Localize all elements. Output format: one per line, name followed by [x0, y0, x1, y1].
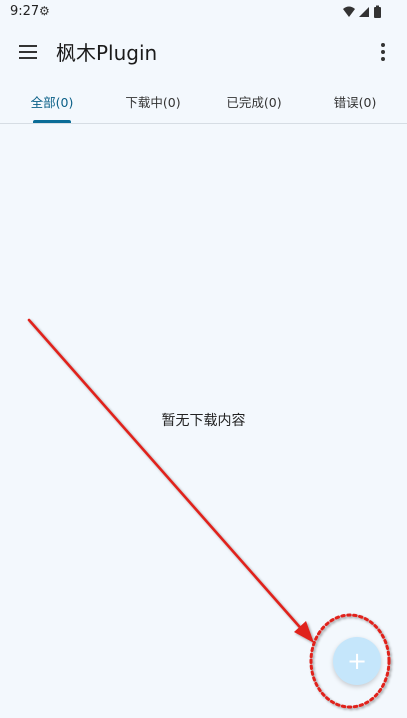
tab-downloading[interactable]: 下载中(0) — [102, 80, 204, 122]
status-time: 9:27 — [10, 4, 40, 19]
annotation-arrow-head — [294, 621, 314, 643]
plus-icon: + — [346, 647, 368, 675]
status-icons — [343, 5, 381, 18]
tab-indicator — [33, 120, 71, 123]
annotation-arrow-line — [27, 318, 307, 635]
settings-gear-icon: ⚙ — [39, 4, 50, 18]
tab-error[interactable]: 错误(0) — [304, 80, 406, 122]
tab-all[interactable]: 全部(0) — [0, 80, 104, 122]
add-download-button[interactable]: + — [333, 637, 381, 685]
status-bar: 9:27 ⚙ — [0, 0, 407, 24]
tab-bar: 全部(0) 下载中(0) 已完成(0) 错误(0) — [0, 80, 407, 124]
empty-state-text: 暂无下载内容 — [161, 413, 246, 429]
battery-icon — [374, 5, 381, 18]
wifi-icon — [343, 6, 355, 17]
app-title: 枫木Plugin — [56, 41, 158, 65]
more-vertical-icon[interactable] — [373, 38, 393, 66]
hamburger-menu-icon[interactable] — [12, 36, 44, 68]
app-bar: 枫木Plugin — [0, 24, 407, 80]
tab-completed[interactable]: 已完成(0) — [204, 80, 304, 122]
app-screen: 9:27 ⚙ 枫木Plugin 全部(0) 下载中(0) 已完成(0) 错误(0… — [0, 0, 407, 718]
signal-icon — [359, 7, 369, 17]
